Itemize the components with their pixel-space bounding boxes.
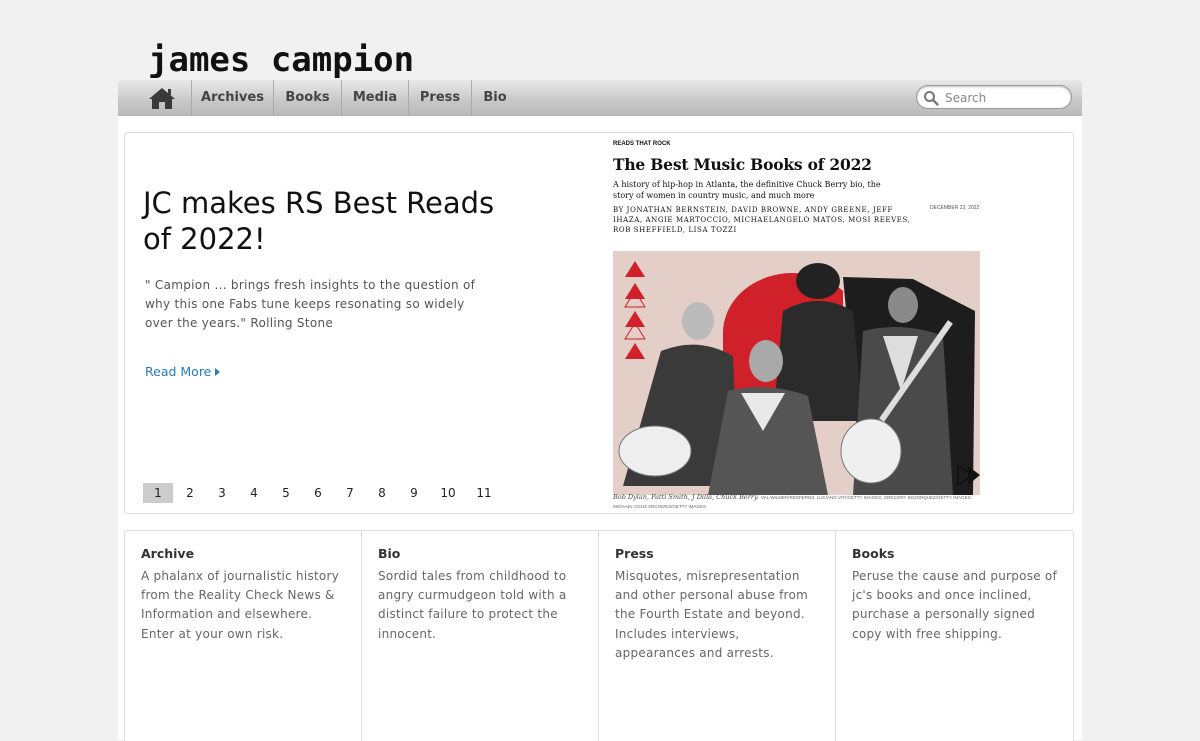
main-navbar: Archives Books Media Press Bio [118,80,1082,117]
card-text: Peruse the cause and purpose of jc's boo… [852,569,1057,641]
feature-quote: " Campion ... brings fresh insights to t… [145,278,476,330]
nav-media[interactable]: Media [342,80,409,116]
card-title[interactable]: Books [852,546,1057,561]
feature-headline[interactable]: JC makes RS Best Reads of 2022! [143,185,523,257]
search-box[interactable] [916,85,1072,109]
article-caption: Bob Dylan, Patti Smith, J Dilla, Chuck B… [613,493,973,511]
search-icon [924,91,939,106]
search-input[interactable] [943,88,1067,108]
home-link[interactable] [132,80,192,116]
site-logo[interactable]: james campion [148,40,414,80]
read-more-label: Read More [145,364,212,379]
page-button-10[interactable]: 10 [431,483,465,503]
article-photo-collage [613,251,980,495]
card-books[interactable]: Books Peruse the cause and purpose of jc… [836,531,1073,741]
card-text: Misquotes, misrepresentation and other p… [615,569,809,660]
article-date: DECEMBER 23, 2022 [930,205,980,211]
card-archive[interactable]: Archive A phalanx of journalistic histor… [125,531,362,741]
read-more-link[interactable]: Read More [145,364,221,379]
article-kicker: READS THAT ROCK [613,141,671,147]
page-button-9[interactable]: 9 [399,483,429,503]
page-button-6[interactable]: 6 [303,483,333,503]
card-text: A phalanx of journalistic history from t… [141,569,340,641]
page-button-7[interactable]: 7 [335,483,365,503]
nav-books[interactable]: Books [274,80,342,116]
page-button-4[interactable]: 4 [239,483,269,503]
feature-article-image[interactable]: READS THAT ROCK The Best Music Books of … [613,141,983,511]
article-byline: BY JONATHAN BERNSTEIN, DAVID BROWNE, AND… [613,206,911,234]
card-bio[interactable]: Bio Sordid tales from childhood to angry… [362,531,599,741]
collage-illustration [613,251,980,495]
featured-slider: JC makes RS Best Reads of 2022! " Campio… [124,132,1074,514]
page-button-5[interactable]: 5 [271,483,301,503]
nav-press[interactable]: Press [409,80,472,116]
card-text: Sordid tales from childhood to angry cur… [378,569,567,641]
card-title[interactable]: Bio [378,546,582,561]
article-title: The Best Music Books of 2022 [613,155,872,174]
page-button-2[interactable]: 2 [175,483,205,503]
section-cards: Archive A phalanx of journalistic histor… [124,530,1074,741]
card-press[interactable]: Press Misquotes, misrepresentation and o… [599,531,836,741]
home-icon [148,88,175,109]
article-subtitle: A history of hip-hop in Atlanta, the def… [613,180,881,200]
nav-bio[interactable]: Bio [472,80,518,116]
nav-archives[interactable]: Archives [192,80,274,116]
card-title[interactable]: Press [615,546,819,561]
page-button-11[interactable]: 11 [467,483,501,503]
caption-text: Bob Dylan, Patti Smith, J Dilla, Chuck B… [613,493,759,501]
page-button-3[interactable]: 3 [207,483,237,503]
page-button-1[interactable]: 1 [143,483,173,503]
card-title[interactable]: Archive [141,546,345,561]
slider-pagination: 1 2 3 4 5 6 7 8 9 10 11 [143,483,503,503]
arrow-right-icon [215,368,221,376]
page-button-8[interactable]: 8 [367,483,397,503]
